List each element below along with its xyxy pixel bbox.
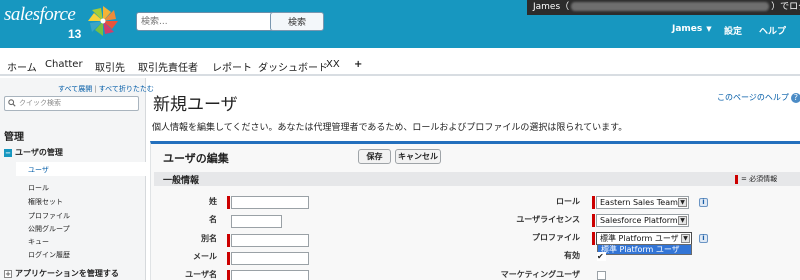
required-indicator: [227, 234, 230, 247]
user-edit-panel: ユーザの編集 保存 キャンセル 一般情報 = 必須情報 姓 名 別名 メール ユ…: [150, 141, 800, 280]
tab-bar: ホーム Chatter 取引先 取引先責任者 レポート ダッシュボード XX +: [0, 55, 800, 76]
tab-contacts[interactable]: 取引先責任者: [138, 59, 198, 74]
cancel-button[interactable]: キャンセル: [395, 149, 441, 164]
email-label: メール: [193, 252, 217, 261]
first-name-label: 名: [209, 215, 217, 224]
chevron-down-icon: ▼: [681, 234, 690, 243]
link-separator: |: [94, 85, 97, 93]
section-header-general: 一般情報 = 必須情報: [154, 172, 800, 186]
search-icon: [8, 99, 16, 107]
user-license-label: ユーザライセンス: [516, 215, 580, 224]
role-select-value: Eastern Sales Team: [600, 198, 678, 207]
save-button[interactable]: 保存: [358, 149, 391, 164]
sidebar-item-login-history[interactable]: ログイン履歴: [28, 250, 70, 260]
required-indicator: [227, 252, 230, 265]
required-indicator: [592, 232, 595, 245]
pinwheel-icon: [88, 6, 118, 36]
sidebar-item-queues[interactable]: キュー: [28, 237, 49, 247]
profile-select-value: 標準 Platform ユーザ: [600, 234, 679, 243]
setup-sidebar: すべて展開 | すべて折りたたむ クイック検索 管理 − ユーザの管理 ユーザ ロール…: [0, 78, 154, 280]
active-checkbox[interactable]: ✔: [597, 252, 606, 261]
login-notice-suffix: ）でログインしています: [771, 2, 800, 12]
role-select[interactable]: Eastern Sales Team ▼: [596, 196, 689, 209]
add-tab-button[interactable]: +: [354, 59, 362, 70]
section-title: 一般情報: [163, 176, 200, 186]
section-app-management[interactable]: + アプリケーションを管理する: [4, 268, 119, 279]
sidebar-item-permission-sets[interactable]: 権限セット: [28, 197, 63, 207]
login-notice-prefix: James（: [533, 2, 570, 12]
info-icon[interactable]: i: [699, 234, 708, 243]
search-button[interactable]: 検索: [270, 12, 324, 31]
user-menu[interactable]: James ▼: [672, 24, 712, 34]
required-legend: = 必須情報: [735, 174, 777, 184]
profile-dropdown-list[interactable]: 標準 Platform ユーザ: [597, 244, 692, 255]
panel-title: ユーザの編集: [163, 152, 229, 165]
salesforce-logo[interactable]: salesforce 13: [4, 4, 134, 44]
required-indicator: [227, 196, 230, 209]
page-help-label: このページのヘルプ: [717, 93, 789, 102]
chevron-down-icon: ▼: [678, 198, 687, 207]
marketing-user-label: マーケティングユーザ: [500, 270, 580, 279]
section-user-management-label: ユーザの管理: [15, 148, 63, 157]
tab-reports[interactable]: レポート: [212, 59, 252, 74]
alias-label: 別名: [201, 234, 217, 243]
sidebar-item-profiles[interactable]: プロファイル: [28, 211, 70, 221]
search-input[interactable]: [136, 12, 282, 31]
collapse-icon: −: [4, 148, 12, 157]
section-app-management-label: アプリケーションを管理する: [15, 269, 119, 278]
last-name-field[interactable]: [231, 196, 309, 209]
email-field[interactable]: [231, 252, 309, 265]
intro-text: 個人情報を編集してください。あなたは代理管理者であるため、ロールおよびプロファイ…: [152, 123, 628, 133]
tab-xx[interactable]: XX: [326, 59, 340, 70]
alias-field[interactable]: [231, 234, 309, 247]
header-bar: salesforce 13 検索 James（ ）でログインしています James…: [0, 0, 800, 48]
profile-dropdown-option[interactable]: 標準 Platform ユーザ: [598, 245, 691, 254]
page-title: 新規ユーザ: [153, 95, 238, 115]
section-user-management[interactable]: − ユーザの管理: [4, 147, 63, 158]
required-indicator: [592, 214, 595, 227]
user-license-select[interactable]: Salesforce Platform ▼: [596, 214, 689, 227]
help-icon: ?: [790, 92, 800, 103]
expand-icon: +: [4, 269, 12, 278]
quick-find-input[interactable]: クイック検索: [4, 96, 139, 111]
username-field[interactable]: [231, 270, 309, 280]
settings-link[interactable]: 設定: [724, 24, 742, 37]
quick-find-placeholder: クイック検索: [19, 99, 61, 107]
role-label: ロール: [556, 197, 580, 206]
active-label: 有効: [564, 251, 580, 260]
tab-accounts[interactable]: 取引先: [95, 59, 125, 74]
marketing-user-checkbox[interactable]: [597, 271, 606, 280]
username-label: ユーザ名: [185, 270, 217, 279]
logo-wordmark: salesforce: [4, 4, 76, 25]
caret-down-icon: ▼: [706, 25, 712, 33]
sidebar-item-public-groups[interactable]: 公開グループ: [28, 224, 70, 234]
expand-collapse-links: すべて展開 | すべて折りたたむ: [58, 84, 154, 94]
tab-dashboards[interactable]: ダッシュボード: [258, 59, 328, 74]
sidebar-item-users[interactable]: ユーザ: [28, 165, 49, 175]
chevron-down-icon: ▼: [678, 216, 687, 225]
expand-all-link[interactable]: すべて展開: [58, 85, 92, 93]
sidebar-item-roles[interactable]: ロール: [28, 183, 49, 193]
collapse-all-link[interactable]: すべて折りたたむ: [99, 85, 154, 93]
last-name-label: 姓: [209, 197, 217, 206]
profile-label: プロファイル: [532, 233, 580, 242]
page-help-link[interactable]: このページのヘルプ?: [717, 92, 800, 103]
redacted-username: [571, 2, 770, 11]
info-icon[interactable]: i: [699, 198, 708, 207]
required-legend-label: = 必須情報: [741, 175, 778, 183]
user-license-select-value: Salesforce Platform: [600, 216, 678, 225]
login-notice: James（ ）でログインしています: [527, 0, 800, 15]
help-link-header[interactable]: ヘルプ: [759, 24, 786, 37]
required-marker: [735, 174, 738, 184]
first-name-field[interactable]: [231, 215, 282, 228]
user-menu-label: James: [672, 24, 703, 34]
tab-chatter[interactable]: Chatter: [45, 59, 83, 70]
release-number: 13: [68, 27, 82, 41]
admin-heading: 管理: [4, 132, 24, 143]
required-indicator: [227, 270, 230, 280]
tab-home[interactable]: ホーム: [7, 59, 37, 74]
required-indicator: [592, 196, 595, 209]
